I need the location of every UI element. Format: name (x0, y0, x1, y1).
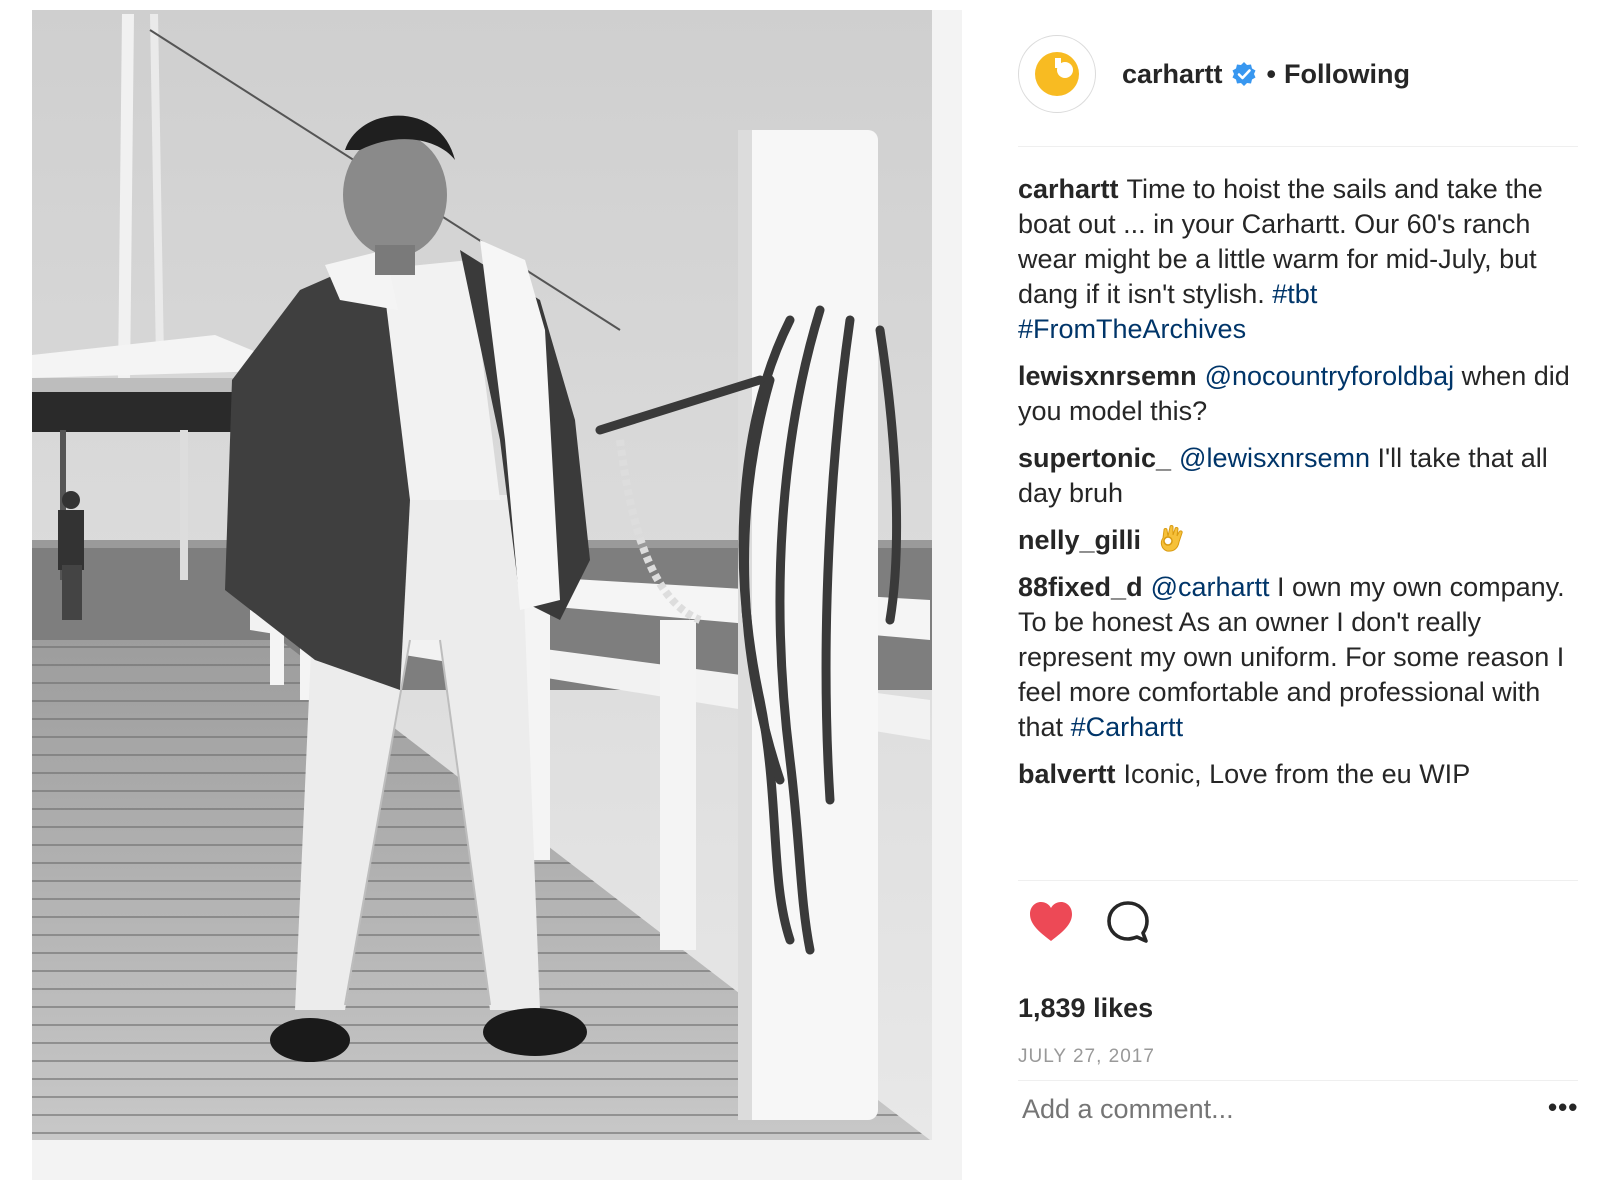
add-comment-input[interactable] (1022, 1094, 1452, 1125)
comment-username[interactable]: supertonic_ (1018, 443, 1171, 473)
carhartt-logo-icon (1035, 52, 1079, 96)
date-divider (1018, 1080, 1578, 1081)
header-divider (1018, 146, 1578, 147)
following-button[interactable]: Following (1284, 59, 1410, 90)
likes-count[interactable]: 1,839 likes (1018, 993, 1153, 1024)
ok-hand-emoji-icon (1160, 525, 1183, 552)
post-image (32, 10, 962, 1180)
comment-username[interactable]: balvertt (1018, 759, 1116, 789)
comment-item: balvertt Iconic, Love from the eu WIP (1018, 757, 1578, 792)
caption: carhartt Time to hoist the sails and take… (1018, 172, 1578, 347)
post-photo[interactable] (0, 0, 968, 1190)
hashtag-link[interactable]: #FromTheArchives (1018, 314, 1246, 344)
post-date: JULY 27, 2017 (1018, 1046, 1155, 1067)
action-bar (1018, 900, 1578, 950)
comment-item: supertonic_ @lewisxnrsemn I'll take that … (1018, 441, 1578, 511)
comment-item: nelly_gilli (1018, 523, 1578, 558)
comment-text: Iconic, Love from the eu WIP (1123, 759, 1471, 789)
verified-badge-icon (1232, 62, 1256, 86)
hashtag-link[interactable]: #Carhartt (1071, 712, 1184, 742)
comment-username[interactable]: lewisxnrsemn (1018, 361, 1197, 391)
more-options-button[interactable]: ••• (1548, 1092, 1578, 1123)
comment-username[interactable]: nelly_gilli (1018, 525, 1141, 555)
hashtag-link[interactable]: #tbt (1272, 279, 1317, 309)
header-username[interactable]: carhartt (1122, 59, 1223, 90)
mention-link[interactable]: @nocountryforoldbaj (1205, 361, 1455, 391)
mention-link[interactable]: @carhartt (1151, 572, 1270, 602)
comment-bubble-icon[interactable] (1106, 900, 1150, 944)
header-separator: • (1266, 58, 1276, 89)
caption-username[interactable]: carhartt (1018, 174, 1119, 204)
heart-icon[interactable] (1028, 900, 1074, 944)
comment-item: 88fixed_d @carhartt I own my own company.… (1018, 570, 1578, 745)
mention-link[interactable]: @lewisxnrsemn (1179, 443, 1370, 473)
comment-username[interactable]: 88fixed_d (1018, 572, 1143, 602)
post-header: carhartt • Following (1018, 34, 1578, 114)
avatar[interactable] (1018, 35, 1096, 113)
comments-list: carhartt Time to hoist the sails and take… (1018, 172, 1578, 804)
comment-item: lewisxnrsemn @nocountryforoldbaj when did… (1018, 359, 1578, 429)
post-sidebar: carhartt • Following carhartt Time to hoi… (968, 0, 1622, 1190)
comments-divider (1018, 880, 1578, 881)
